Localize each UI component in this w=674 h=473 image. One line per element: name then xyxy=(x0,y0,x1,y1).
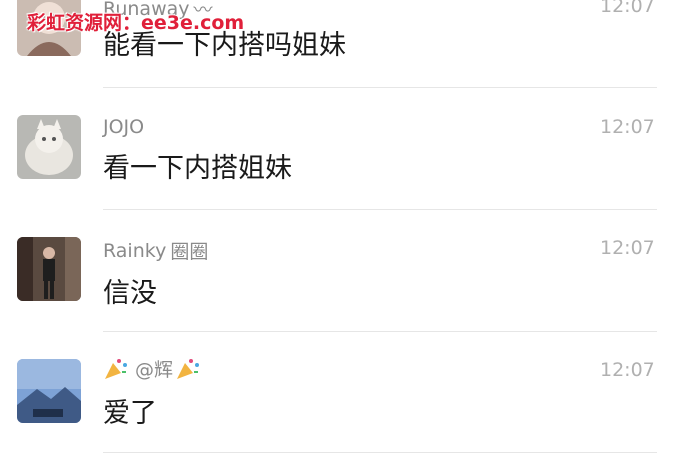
watermark-text: 彩虹资源网：ee3e.com xyxy=(27,12,245,34)
comment-message: 爱了 xyxy=(103,398,157,429)
party-popper-icon xyxy=(105,358,127,379)
author-name-suffix: 圈圈 xyxy=(170,241,209,263)
author-name: @辉 xyxy=(135,359,174,381)
author-name: Rainky xyxy=(103,239,167,262)
comment-item[interactable]: JOJO 12:07 看一下内搭姐妹 xyxy=(0,88,674,210)
avatar[interactable] xyxy=(17,237,81,301)
comment-time: 12:07 xyxy=(600,359,655,381)
party-popper-icon xyxy=(177,358,200,379)
author-name: JOJO xyxy=(103,116,145,138)
comment-time: 12:07 xyxy=(600,0,655,17)
comment-message: 信没 xyxy=(103,278,157,309)
comment-author[interactable]: JOJO xyxy=(103,116,144,138)
comment-item[interactable]: Rainky 圈圈 12:07 信没 xyxy=(0,209,674,332)
comment-item[interactable]: @辉 12:07 爱了 xyxy=(0,331,674,453)
comment-author[interactable]: @辉 xyxy=(103,355,201,382)
comment-time: 12:07 xyxy=(600,237,655,259)
divider xyxy=(103,452,657,453)
comment-message: 看一下内搭姐妹 xyxy=(103,153,292,184)
avatar[interactable] xyxy=(17,359,81,423)
comment-author[interactable]: Rainky 圈圈 xyxy=(103,237,208,264)
avatar[interactable] xyxy=(17,115,81,179)
comment-list: Runaway 〰 12:07 能看一下内搭吗姐妹 JOJO 12:07 看一下… xyxy=(0,0,674,473)
comment-time: 12:07 xyxy=(600,116,655,138)
